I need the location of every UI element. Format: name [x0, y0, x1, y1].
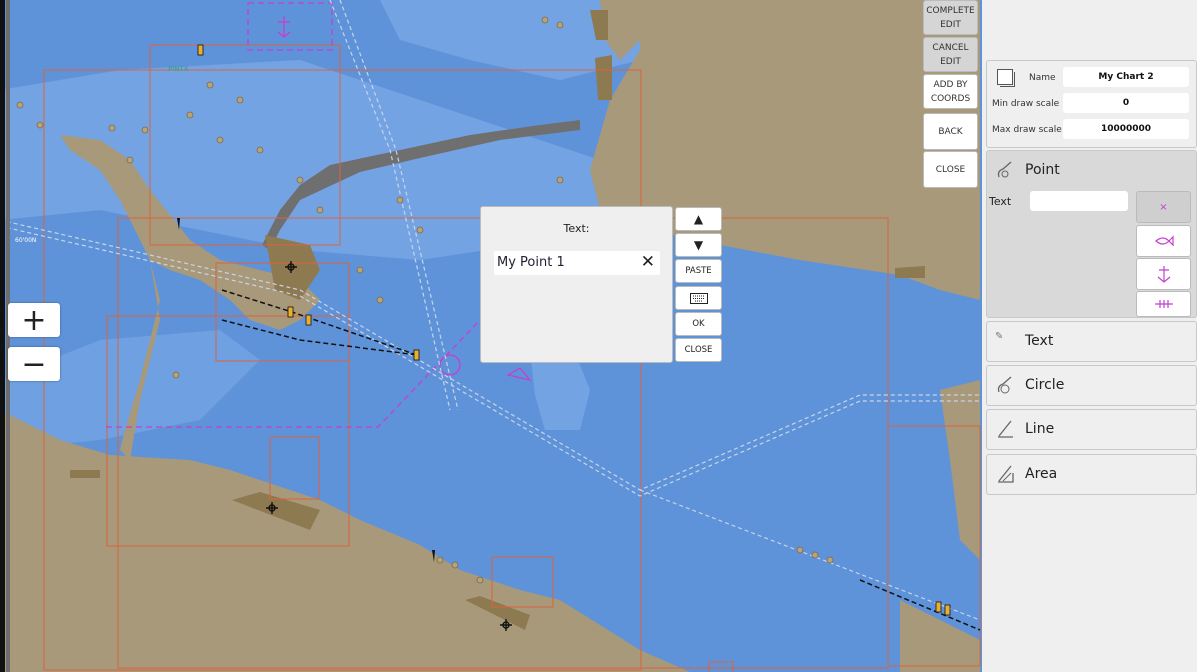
point-tool-label: Point	[1025, 162, 1060, 178]
chart-properties: Name My Chart 2 Min draw scale 0 Max dra…	[986, 60, 1197, 148]
close-button[interactable]: CLOSE	[923, 151, 978, 188]
zoom-in-button[interactable]: +	[8, 303, 60, 338]
point-tool-icon	[997, 161, 1012, 178]
max-scale-label: Max draw scale	[992, 125, 1062, 135]
symbol-fish-button[interactable]	[1136, 225, 1191, 257]
back-button[interactable]: BACK	[923, 113, 978, 150]
tool-circle[interactable]: Circle	[986, 365, 1197, 406]
tool-text[interactable]: ✎ Text	[986, 321, 1197, 362]
chart-layers-icon-back	[1000, 72, 1015, 87]
move-up-button[interactable]: ▲	[675, 207, 722, 231]
symbol-anchor-button[interactable]	[1136, 258, 1191, 290]
tool-line[interactable]: Line	[986, 409, 1197, 450]
area-tool-label: Area	[1025, 466, 1058, 482]
dialog-close-button[interactable]: CLOSE	[675, 338, 722, 362]
name-field[interactable]: My Chart 2	[1063, 67, 1189, 87]
circle-tool-icon	[997, 376, 1012, 394]
symbol-cross-button[interactable]: ×	[1136, 191, 1191, 223]
triangle-down-icon: ▼	[693, 238, 704, 252]
point-text-input[interactable]	[1030, 191, 1128, 211]
place-label: PINTX	[168, 65, 189, 73]
text-dialog: Text: My Point 1 ✕	[480, 206, 673, 363]
paste-button[interactable]: PASTE	[675, 259, 722, 283]
circle-tool-label: Circle	[1025, 377, 1065, 393]
symbol-cable-button[interactable]	[1136, 291, 1191, 317]
triangle-up-icon: ▲	[693, 212, 704, 226]
clear-icon[interactable]: ✕	[641, 252, 655, 272]
dialog-input-value: My Point 1	[497, 255, 565, 270]
line-tool-icon	[998, 420, 1013, 438]
dialog-text-input[interactable]: My Point 1 ✕	[494, 251, 660, 275]
cross-icon: ×	[1159, 201, 1168, 213]
point-text-label: Text	[989, 195, 1012, 208]
line-tool-label: Line	[1025, 421, 1055, 437]
keyboard-icon	[689, 292, 708, 304]
text-tool-icon: ✎	[995, 331, 1004, 342]
fish-icon	[1154, 235, 1174, 247]
dialog-title: Text:	[563, 222, 590, 235]
left-edge-bar	[0, 0, 5, 672]
text-tool-label: Text	[1025, 333, 1054, 349]
keyboard-button[interactable]	[675, 286, 722, 310]
anchor-icon	[1157, 266, 1170, 283]
zoom-out-button[interactable]: −	[8, 347, 60, 382]
scale-label: 60'00N	[15, 237, 36, 244]
ok-button[interactable]: OK	[675, 312, 722, 336]
max-scale-field[interactable]: 10000000	[1063, 119, 1189, 139]
add-by-coords-button[interactable]: ADD BY COORDS	[923, 74, 978, 109]
cancel-edit-button[interactable]: CANCEL EDIT	[923, 37, 978, 72]
complete-edit-button[interactable]: COMPLETE EDIT	[923, 0, 978, 35]
area-tool-icon	[998, 465, 1014, 483]
cable-icon	[1154, 300, 1173, 308]
min-scale-label: Min draw scale	[992, 99, 1060, 109]
move-down-button[interactable]: ▼	[675, 233, 722, 257]
tool-area[interactable]: Area	[986, 454, 1197, 495]
min-scale-field[interactable]: 0	[1063, 93, 1189, 113]
name-label: Name	[1029, 73, 1056, 83]
